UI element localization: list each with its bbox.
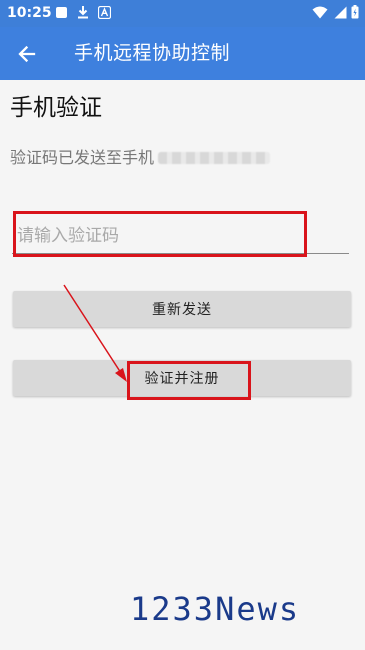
watermark: 1233News bbox=[130, 590, 301, 628]
annotation-arrow bbox=[63, 284, 127, 382]
